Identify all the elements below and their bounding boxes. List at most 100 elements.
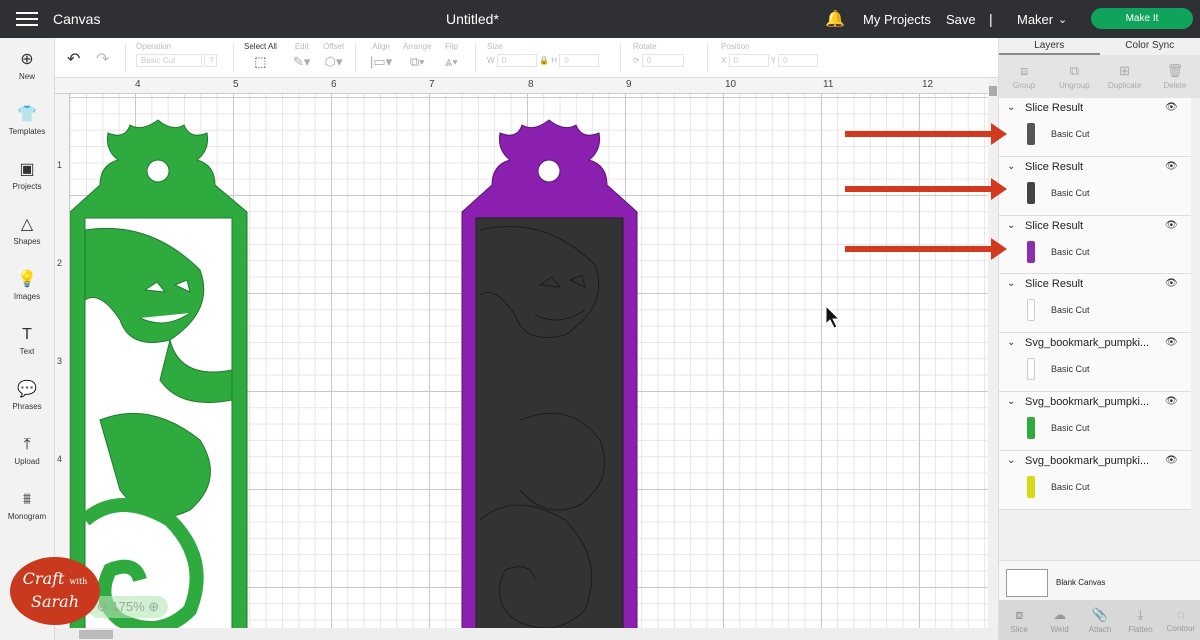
flip-button[interactable]: Flip ⩓▾ bbox=[445, 42, 458, 70]
undo-icon[interactable]: ↶ bbox=[67, 49, 80, 69]
attach-button[interactable]: 📎 Attach bbox=[1080, 600, 1120, 640]
layer-operation: Basic Cut bbox=[1051, 305, 1090, 316]
blank-canvas-label: Blank Canvas bbox=[1056, 578, 1106, 587]
ruler-label: 8 bbox=[528, 79, 534, 90]
lock-icon[interactable]: 🔒 bbox=[539, 56, 549, 65]
zoom-in-icon[interactable]: ⊕ bbox=[148, 599, 159, 614]
layer-thumbnail bbox=[1027, 416, 1035, 439]
ruler-label: 11 bbox=[823, 79, 834, 90]
chevron-down-icon[interactable]: ⌄ bbox=[1007, 396, 1015, 407]
my-projects-link[interactable]: My Projects bbox=[863, 12, 931, 27]
layer-row[interactable]: ⌄ Slice Result 👁 Basic Cut bbox=[999, 215, 1191, 275]
delete-button[interactable]: 🗑 Delete bbox=[1150, 55, 1200, 98]
nav-new[interactable]: ⊕ New bbox=[0, 38, 54, 93]
eye-icon[interactable]: 👁 bbox=[1165, 455, 1178, 466]
arrange-icon: ⧉▾ bbox=[409, 54, 425, 69]
slice-button[interactable]: ⧇ Slice bbox=[999, 600, 1039, 640]
chevron-down-icon[interactable]: ⌄ bbox=[1007, 220, 1015, 231]
y-input[interactable]: 0 bbox=[778, 54, 819, 67]
tab-layers[interactable]: Layers bbox=[999, 38, 1100, 55]
nav-templates[interactable]: 👕 Templates bbox=[0, 93, 54, 148]
eye-icon[interactable]: 👁 bbox=[1165, 337, 1178, 348]
nav-monogram[interactable]: ⩩ Monogram bbox=[0, 478, 54, 533]
machine-select[interactable]: Maker bbox=[1017, 12, 1053, 27]
nav-upload[interactable]: ⤒ Upload bbox=[0, 423, 54, 478]
bell-icon[interactable]: 🔔 bbox=[825, 9, 845, 29]
chevron-down-icon[interactable]: ⌄ bbox=[1007, 278, 1015, 289]
document-title[interactable]: Untitled* bbox=[446, 11, 499, 27]
chevron-down-icon[interactable]: ⌄ bbox=[1007, 455, 1015, 466]
weld-button[interactable]: ☁ Weld bbox=[1039, 600, 1079, 640]
eye-icon[interactable]: 👁 bbox=[1165, 220, 1178, 231]
layer-operation: Basic Cut bbox=[1051, 481, 1090, 492]
chevron-down-icon[interactable]: ⌄ bbox=[1007, 161, 1015, 172]
h-label: H bbox=[551, 56, 558, 65]
separator: | bbox=[989, 11, 993, 27]
blank-canvas-row[interactable]: Blank Canvas bbox=[999, 560, 1200, 600]
edit-button[interactable]: Edit ✎▾ bbox=[293, 42, 310, 70]
divider bbox=[475, 44, 476, 72]
nav-label: Text bbox=[19, 346, 35, 356]
operation-select[interactable]: Basic Cut bbox=[136, 54, 202, 67]
x-input[interactable]: 0 bbox=[728, 54, 769, 67]
make-it-button[interactable]: Make It bbox=[1091, 8, 1193, 29]
zoom-level: 175% bbox=[111, 599, 145, 614]
nav-phrases[interactable]: 💬 Phrases bbox=[0, 368, 54, 423]
layer-row[interactable]: ⌄ Svg_bookmark_pumpki... 👁 Basic Cut bbox=[999, 450, 1191, 510]
layer-name: Slice Result bbox=[1025, 160, 1084, 173]
layer-row[interactable]: ⌄ Slice Result 👁 Basic Cut bbox=[999, 274, 1191, 334]
rotate-control: Rotate ⟳ 0 bbox=[633, 42, 684, 67]
layer-row[interactable]: ⌄ Slice Result 👁 Basic Cut bbox=[999, 156, 1191, 216]
horizontal-scrollbar[interactable] bbox=[55, 628, 998, 640]
tab-color-sync[interactable]: Color Sync bbox=[1100, 38, 1200, 55]
vertical-ruler: 1 2 3 4 bbox=[55, 94, 70, 628]
flatten-button[interactable]: ⤓ Flatten bbox=[1120, 600, 1160, 640]
nav-label: New bbox=[18, 71, 35, 81]
nav-projects[interactable]: ▣ Projects bbox=[0, 148, 54, 203]
nav-text[interactable]: T Text bbox=[0, 313, 54, 368]
chevron-down-icon[interactable]: ⌄ bbox=[1007, 337, 1015, 348]
design-canvas[interactable] bbox=[70, 94, 988, 628]
zoom-out-icon[interactable]: ⊖ bbox=[97, 599, 108, 614]
purple-bookmark[interactable] bbox=[461, 119, 638, 628]
vertical-scrollbar[interactable] bbox=[988, 78, 998, 628]
select-all-button[interactable]: Select All ⬚ bbox=[244, 42, 277, 70]
zoom-control[interactable]: ⊖ 175% ⊕ bbox=[88, 596, 168, 618]
nav-images[interactable]: 💡 Images bbox=[0, 258, 54, 313]
offset-button[interactable]: Offset ⬡▾ bbox=[323, 42, 344, 70]
edit-label: Edit bbox=[294, 42, 309, 51]
layer-row[interactable]: ⌄ Svg_bookmark_pumpki... 👁 Basic Cut bbox=[999, 391, 1191, 451]
action-label: Ungroup bbox=[1059, 81, 1090, 90]
eye-icon[interactable]: 👁 bbox=[1165, 278, 1178, 289]
chevron-down-icon[interactable]: ⌄ bbox=[1007, 102, 1015, 113]
layer-row[interactable]: ⌄ Slice Result 👁 Basic Cut bbox=[999, 98, 1191, 157]
action-label: Slice bbox=[1010, 624, 1028, 634]
layer-thumbnail bbox=[1027, 123, 1035, 145]
arrange-button[interactable]: Arrange ⧉▾ bbox=[403, 42, 431, 70]
eye-icon[interactable]: 👁 bbox=[1165, 396, 1178, 407]
rotate-input[interactable]: 0 bbox=[641, 54, 684, 67]
green-bookmark[interactable] bbox=[70, 119, 248, 628]
eye-icon[interactable]: 👁 bbox=[1165, 102, 1178, 113]
width-input[interactable]: 0 bbox=[496, 54, 537, 67]
help-button[interactable]: ? bbox=[204, 54, 218, 67]
duplicate-button[interactable]: ⊞ Duplicate bbox=[1100, 55, 1150, 98]
eye-icon[interactable]: 👁 bbox=[1165, 161, 1178, 172]
group-button[interactable]: ⧈ Group bbox=[999, 55, 1049, 98]
ruler-label: 4 bbox=[57, 454, 63, 464]
chevron-down-icon[interactable]: ⌄ bbox=[1058, 13, 1067, 26]
redo-icon[interactable]: ↷ bbox=[96, 49, 109, 69]
nav-shapes[interactable]: △ Shapes bbox=[0, 203, 54, 258]
rotate-icon: ⟳ bbox=[633, 56, 640, 65]
divider bbox=[707, 44, 708, 72]
height-input[interactable]: 0 bbox=[559, 54, 600, 67]
blank-canvas-swatch[interactable] bbox=[1006, 569, 1048, 597]
align-button[interactable]: Align |▭▾ bbox=[370, 42, 392, 70]
scroll-thumb[interactable] bbox=[79, 630, 113, 639]
save-button[interactable]: Save bbox=[946, 12, 976, 27]
align-label: Align bbox=[372, 42, 390, 51]
contour-button[interactable]: ◌ Contour bbox=[1161, 600, 1200, 640]
hamburger-menu-icon[interactable] bbox=[16, 8, 38, 30]
ungroup-button[interactable]: ⧉ Ungroup bbox=[1049, 55, 1099, 98]
layer-row[interactable]: ⌄ Svg_bookmark_pumpki... 👁 Basic Cut bbox=[999, 333, 1191, 392]
